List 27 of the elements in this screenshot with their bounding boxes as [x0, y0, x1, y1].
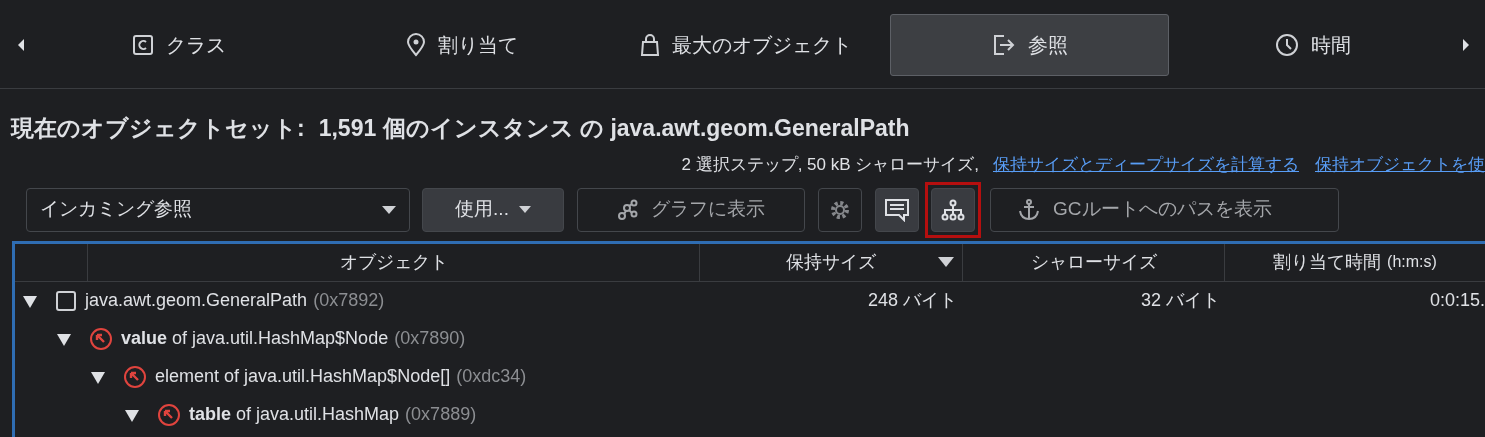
object-name: table of java.util.HashMap: [189, 403, 400, 426]
tab[interactable]: 最大のオブジェクト: [606, 14, 886, 76]
link[interactable]: 保持オブジェクトを使: [1315, 151, 1485, 177]
object-set-value: 1,591 個のインスタンス の java.awt.geom.GeneralPath: [318, 114, 910, 143]
tab[interactable]: 時間: [1173, 14, 1453, 76]
reference-dropdown[interactable]: インカミング参照: [26, 187, 410, 232]
table-cell: 248 バイト: [867, 290, 957, 310]
column-header[interactable]: オブジェクト: [88, 243, 700, 281]
table-cell: 32 バイト: [1140, 290, 1220, 310]
object-name: element of java.util.HashMap$Node[]: [155, 365, 451, 388]
column-header[interactable]: シャローサイズ: [963, 243, 1225, 281]
object-address: (0xdc34): [456, 365, 527, 388]
object-address: (0x7890): [394, 327, 466, 350]
table-cell: 0:0:15.: [1429, 290, 1485, 310]
tab[interactable]: 割り当て: [322, 14, 603, 76]
column-header[interactable]: 保持サイズ: [700, 243, 963, 281]
object-set-label: 現在のオブジェクトセット:: [11, 114, 305, 143]
column-header[interactable]: 割り当て時間 (h:m:s): [1225, 243, 1485, 281]
summary-text: 2 選択ステップ, 50 kB シャローサイズ,: [681, 153, 979, 176]
tab[interactable]: クラス: [39, 14, 319, 76]
object-name: java.awt.geom.GeneralPath: [85, 289, 308, 312]
object-name: value of java.util.HashMap$Node: [121, 327, 389, 350]
use-menu-button[interactable]: 使用...: [422, 187, 564, 232]
object-address: (0x7889): [405, 403, 477, 426]
link[interactable]: 保持サイズとディープサイズを計算する: [993, 151, 1299, 177]
object-address: (0x7892): [313, 289, 385, 312]
tab[interactable]: 参照: [889, 14, 1170, 76]
